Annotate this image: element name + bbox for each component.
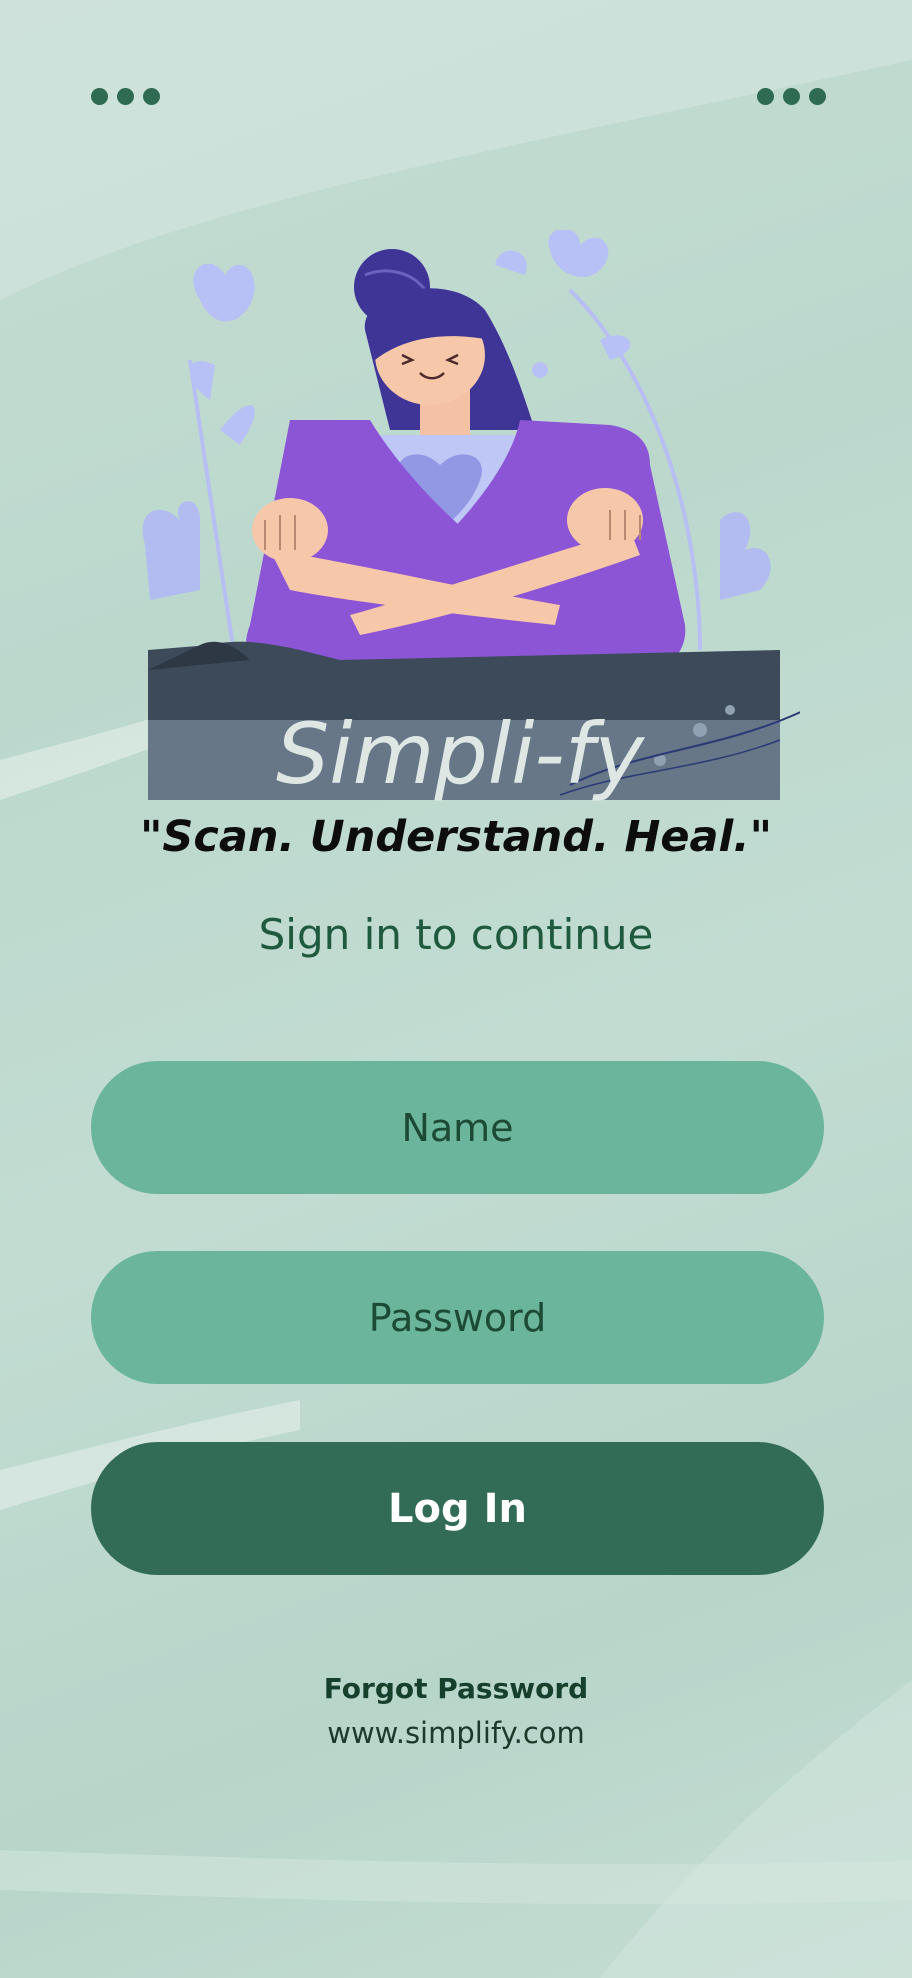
left-flower-icon (142, 263, 255, 661)
dot-icon (757, 88, 774, 105)
sign-in-subtitle: Sign in to continue (258, 910, 654, 959)
brand-logo-text: Simpli-fy (276, 705, 645, 803)
dot-icon (117, 88, 134, 105)
dot-icon (91, 88, 108, 105)
more-menu-left[interactable] (91, 88, 160, 105)
forgot-password-link[interactable]: Forgot Password (0, 1672, 912, 1705)
login-button[interactable]: Log In (91, 1442, 824, 1575)
name-input[interactable] (91, 1060, 824, 1195)
dot-icon (783, 88, 800, 105)
website-text: www.simplify.com (327, 1716, 585, 1750)
dot-icon (143, 88, 160, 105)
password-input[interactable] (91, 1250, 824, 1385)
more-menu-right[interactable] (757, 88, 826, 105)
tagline: "Scan. Understand. Heal." (140, 812, 772, 862)
name-field-wrapper (91, 1060, 824, 1195)
dot-icon (809, 88, 826, 105)
password-field-wrapper (91, 1250, 824, 1385)
self-hug-illustration: Simpli-fy (142, 230, 800, 803)
